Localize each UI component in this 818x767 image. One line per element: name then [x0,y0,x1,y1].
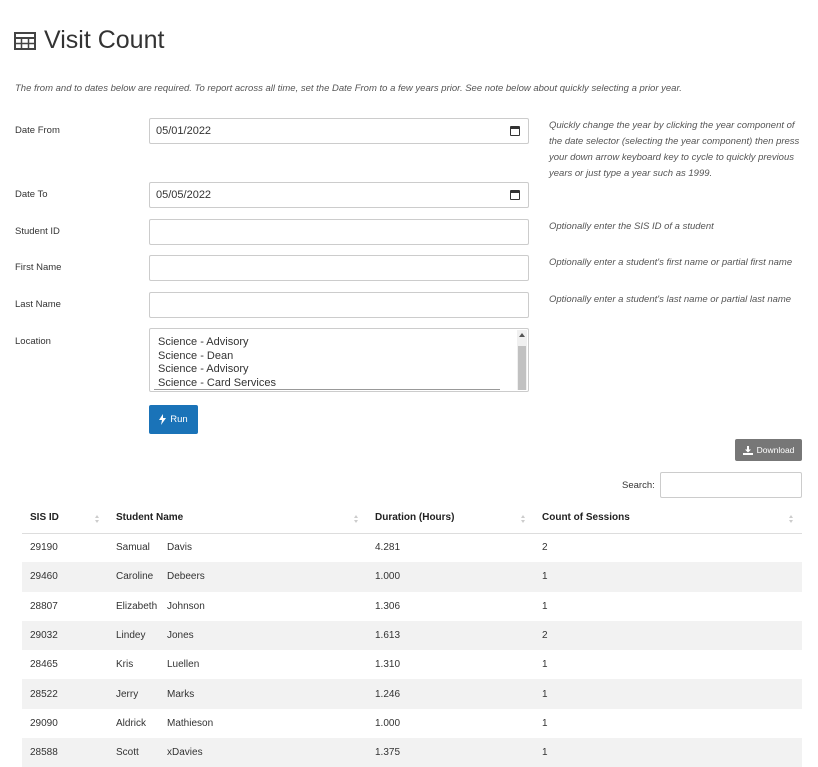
table-icon [14,31,36,50]
student-name-cell: Jerry Marks [116,688,195,700]
count-cell: 2 [542,542,548,554]
sis-id-cell: 28465 [30,659,58,671]
duration-cell: 1.000 [375,571,401,583]
column-header-sis-id[interactable]: SIS ID [22,503,108,534]
student-name-cell: Scott xDavies [116,747,203,759]
search-label: Search: [622,480,655,491]
calendar-icon[interactable] [510,126,520,136]
duration-cell: 1.310 [375,659,401,671]
page-title: Visit Count [44,26,165,54]
location-label: Location [15,336,51,347]
student-id-input[interactable] [149,219,529,245]
duration-cell: 1.375 [375,747,401,759]
table-row: 28807 Elizabeth Johnson 1.306 1 [22,592,802,621]
location-select[interactable]: Science - Advisory Science - Dean Scienc… [149,328,529,392]
run-button-label: Run [170,414,188,425]
last-name-input[interactable] [149,292,529,318]
column-header-duration[interactable]: Duration (Hours) [367,503,534,534]
table-row: 29460 Caroline Debeers 1.000 1 [22,562,802,592]
sort-icon[interactable] [354,515,359,524]
date-to-label: Date To [15,189,48,200]
table-row: 28465 Kris Luellen 1.310 1 [22,650,802,679]
count-cell: 1 [542,717,548,729]
list-divider [154,389,500,390]
scroll-up-arrow-icon[interactable] [519,333,525,337]
location-scrollbar[interactable] [517,330,527,390]
student-id-help: Optionally enter the SIS ID of a student [549,221,714,232]
sis-id-cell: 29460 [30,571,58,583]
student-name-cell: Aldrick Mathieson [116,717,214,729]
student-name-cell: Caroline Debeers [116,571,205,583]
count-cell: 1 [542,659,548,671]
duration-cell: 1.306 [375,600,401,612]
table-row: 28588 Scott xDavies 1.375 1 [22,738,802,767]
count-cell: 1 [542,600,548,612]
date-from-label: Date From [15,125,60,136]
date-from-input[interactable]: 05/01/2022 [149,118,529,144]
sis-id-cell: 28807 [30,600,58,612]
first-name-input[interactable] [149,255,529,281]
sis-id-cell: 28588 [30,747,58,759]
download-icon [742,445,753,455]
download-button-label: Download [756,445,795,455]
count-cell: 1 [542,688,548,700]
count-cell: 1 [542,571,548,583]
date-from-value: 05/01/2022 [156,125,212,137]
duration-cell: 1.246 [375,688,401,700]
location-option[interactable]: Science - Card Services [150,377,516,391]
duration-cell: 1.613 [375,630,401,642]
location-option[interactable]: Science - Dean [150,350,516,364]
duration-cell: 1.000 [375,717,401,729]
column-header-count[interactable]: Count of Sessions [534,503,802,534]
duration-cell: 4.281 [375,542,401,554]
sort-icon[interactable] [789,515,794,524]
location-option[interactable]: Science - Advisory [150,363,516,377]
last-name-label: Last Name [15,299,61,310]
sis-id-cell: 29090 [30,717,58,729]
table-row: 28522 Jerry Marks 1.246 1 [22,679,802,709]
student-name-cell: Kris Luellen [116,659,200,671]
search-input[interactable] [660,472,802,498]
last-name-help: Optionally enter a student's last name o… [549,294,792,305]
location-option[interactable]: Science - Advisory [150,336,516,350]
visit-count-table: SIS ID Student Name Duration (Hours) Cou… [22,503,802,767]
count-cell: 1 [542,747,548,759]
sort-icon[interactable] [95,515,100,524]
calendar-icon[interactable] [510,190,520,200]
first-name-label: First Name [15,262,62,273]
student-name-cell: Elizabeth Johnson [116,600,205,612]
count-cell: 2 [542,630,548,642]
sis-id-cell: 29190 [30,542,58,554]
bolt-icon [159,414,167,425]
date-from-help: Quickly change the year by clicking the … [549,120,800,179]
student-name-cell: Lindey Jones [116,630,194,642]
run-button[interactable]: Run [149,405,198,434]
first-name-help: Optionally enter a student's first name … [549,257,793,268]
student-id-label: Student ID [15,226,60,237]
sis-id-cell: 29032 [30,630,58,642]
scrollbar-thumb[interactable] [518,346,526,390]
page-header: Visit Count [14,26,164,55]
date-to-value: 05/05/2022 [156,189,212,201]
required-note: The from and to dates below are required… [15,83,682,94]
table-header-row: SIS ID Student Name Duration (Hours) Cou… [22,503,802,534]
column-header-student-name[interactable]: Student Name [108,503,367,534]
table-row: 29090 Aldrick Mathieson 1.000 1 [22,709,802,738]
table-row: 29190 Samual Davis 4.281 2 [22,533,802,562]
table-row: 29032 Lindey Jones 1.613 2 [22,620,802,651]
student-name-cell: Samual Davis [116,542,193,554]
sort-icon[interactable] [521,515,526,524]
sis-id-cell: 28522 [30,688,58,700]
date-to-input[interactable]: 05/05/2022 [149,182,529,208]
download-button[interactable]: Download [735,439,802,461]
